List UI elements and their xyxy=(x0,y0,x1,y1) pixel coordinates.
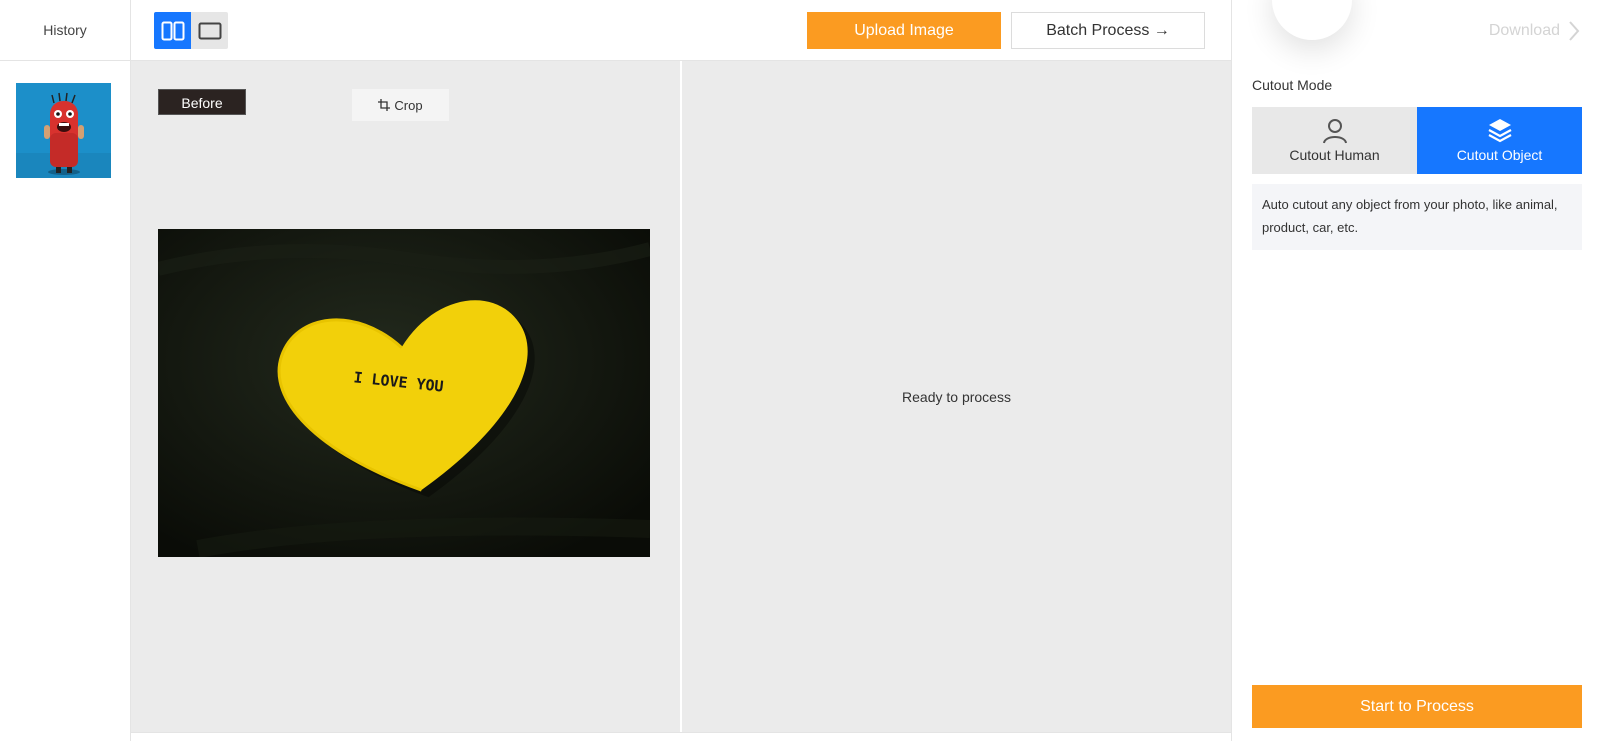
before-image: I LOVE YOU xyxy=(158,229,650,557)
crop-label: Crop xyxy=(394,97,423,113)
view-mode-toggle xyxy=(154,12,228,49)
red-monster-thumbnail xyxy=(16,83,111,178)
batch-process-button[interactable]: Batch Process → xyxy=(1011,12,1205,49)
workspace-bottom-strip xyxy=(131,732,1231,741)
cutout-object-button[interactable]: Cutout Object xyxy=(1417,107,1582,174)
settings-panel: Download Cutout Mode Cutout Human Cutout… xyxy=(1231,0,1600,741)
top-toolbar: Upload Image Batch Process → xyxy=(131,0,1231,61)
result-pane: Ready to process xyxy=(682,61,1231,732)
cutout-mode-label: Cutout Mode xyxy=(1252,77,1333,93)
crop-button[interactable]: Crop xyxy=(352,89,449,121)
split-view-icon xyxy=(161,21,184,40)
cutout-human-button[interactable]: Cutout Human xyxy=(1252,107,1417,174)
history-thumbnail[interactable] xyxy=(16,83,111,178)
history-title: History xyxy=(0,0,130,61)
mode-description: Auto cutout any object from your photo, … xyxy=(1252,184,1582,250)
chevron-right-icon xyxy=(1569,21,1580,41)
cutout-mode-selector: Cutout Human Cutout Object xyxy=(1252,107,1582,174)
ready-status: Ready to process xyxy=(902,388,1011,405)
split-view-button[interactable] xyxy=(154,12,191,49)
cutout-human-label: Cutout Human xyxy=(1289,147,1380,163)
panel-glow xyxy=(1272,0,1352,40)
download-button[interactable]: Download xyxy=(1489,20,1580,42)
heart-note-photo: I LOVE YOU xyxy=(158,229,650,557)
download-label: Download xyxy=(1488,22,1560,39)
before-label: Before xyxy=(158,89,246,115)
history-sidebar: History xyxy=(0,0,131,741)
cutout-object-label: Cutout Object xyxy=(1456,147,1543,163)
single-view-button[interactable] xyxy=(191,12,228,49)
crop-icon xyxy=(378,99,391,111)
single-view-icon xyxy=(198,22,221,39)
layers-icon xyxy=(1487,119,1512,143)
workspace: Before Crop I LOVE YOU Ready to process xyxy=(131,61,1231,732)
person-icon xyxy=(1322,119,1347,144)
upload-image-button[interactable]: Upload Image xyxy=(807,12,1001,49)
start-process-button[interactable]: Start to Process xyxy=(1252,685,1582,728)
